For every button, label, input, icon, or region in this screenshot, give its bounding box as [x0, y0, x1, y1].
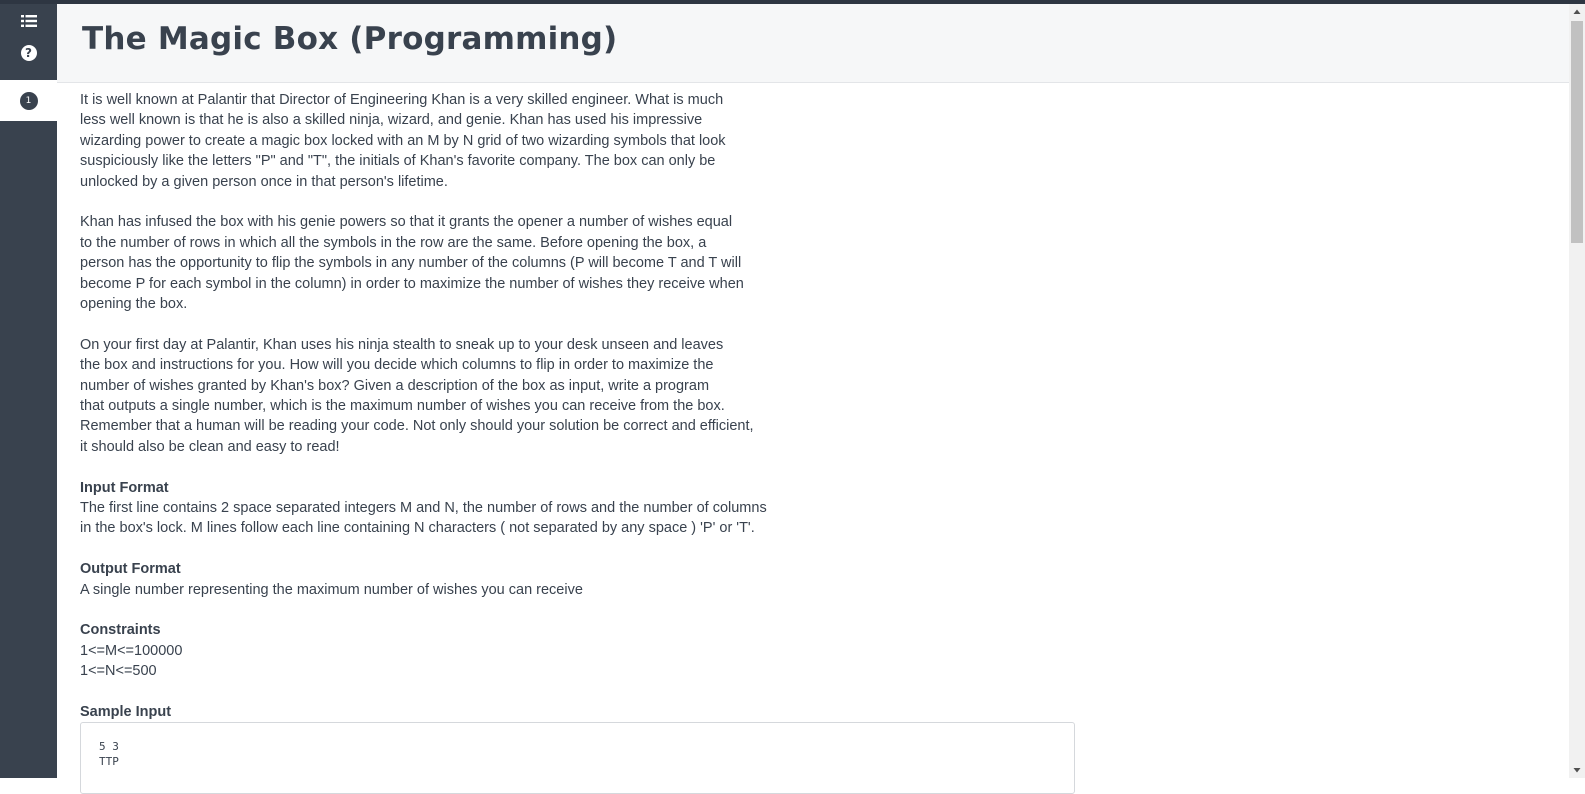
list-icon	[20, 15, 37, 27]
page-header: The Magic Box (Programming)	[57, 4, 1569, 83]
problem-statement: It is well known at Palantir that Direct…	[80, 90, 800, 723]
problem-paragraph-3: On your first day at Palantir, Khan uses…	[80, 336, 754, 455]
page-title: The Magic Box (Programming)	[82, 21, 618, 57]
output-format-heading: Output Format	[80, 561, 181, 578]
problem-paragraph-2: Khan has infused the box with his genie …	[80, 214, 744, 313]
scrollbar-thumb[interactable]	[1571, 21, 1583, 243]
sample-input-code: 5 3 TTP	[99, 740, 119, 768]
sample-input-heading: Sample Input	[80, 704, 172, 721]
sidebar-help-button[interactable]: ?	[0, 36, 57, 70]
problem-paragraph-1: It is well known at Palantir that Direct…	[80, 92, 726, 190]
question-tab-1[interactable]: 1	[0, 80, 57, 121]
constraints-body: 1<=M<=100000 1<=N<=500	[80, 642, 183, 680]
input-format-body: The first line contains 2 space separate…	[80, 500, 767, 537]
question-number-badge: 1	[19, 91, 38, 110]
sidebar-list-button[interactable]	[0, 4, 57, 38]
input-format-heading: Input Format	[80, 479, 169, 496]
caret-down-icon	[1573, 768, 1581, 773]
scroll-up-button[interactable]	[1569, 4, 1585, 20]
vertical-scrollbar[interactable]	[1569, 4, 1585, 778]
scroll-down-button[interactable]	[1569, 762, 1585, 778]
output-format-body: A single number representing the maximum…	[80, 581, 583, 598]
sample-input-box[interactable]: 5 3 TTP	[80, 722, 1075, 794]
constraints-heading: Constraints	[80, 622, 161, 639]
help-icon: ?	[20, 45, 37, 61]
caret-up-icon	[1573, 9, 1581, 14]
